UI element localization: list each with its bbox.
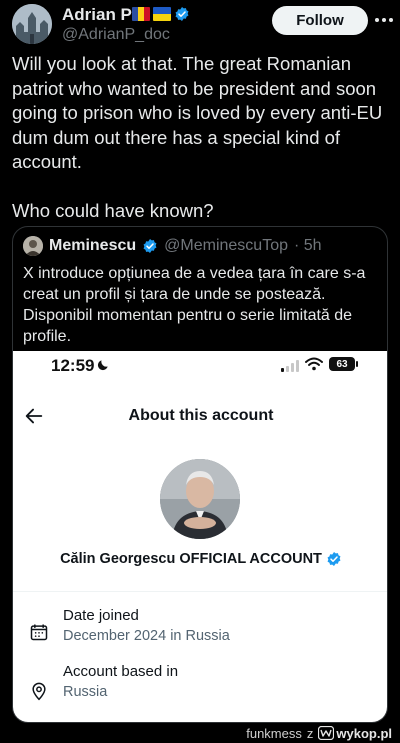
watermark-prefix: z (306, 725, 314, 741)
date-joined-label: Date joined (63, 607, 139, 624)
verified-badge-icon (143, 239, 157, 253)
romania-flag-icon (132, 7, 150, 21)
quoted-avatar-portrait-image (23, 236, 43, 256)
calendar-icon (30, 624, 48, 641)
phone-status-bar: 12:59 63 (13, 351, 387, 381)
tweet-header: Adrian P @AdrianP_doc Follow (0, 0, 400, 50)
wifi-icon (305, 357, 323, 371)
wykop-site: wykop.pl (336, 725, 392, 741)
ukraine-flag-icon (153, 7, 171, 21)
user-handle[interactable]: @AdrianP_doc (62, 26, 170, 44)
display-name[interactable]: Adrian P (62, 5, 132, 25)
quoted-avatar[interactable] (23, 236, 43, 256)
verified-badge-icon (327, 552, 341, 566)
profile-portrait-image (160, 459, 240, 539)
battery-icon: 63 (329, 357, 358, 371)
verified-badge-icon (175, 7, 189, 21)
quoted-display-name[interactable]: Meminescu (49, 237, 136, 255)
follow-button[interactable]: Follow (272, 6, 368, 35)
quoted-handle[interactable]: @MeminescuTop (164, 237, 288, 255)
avatar-castle-image (12, 4, 52, 44)
account-name: Călin Georgescu OFFICIAL ACCOUNT (60, 551, 322, 567)
quoted-tweet[interactable]: Meminescu @MeminescuTop · 5h X introduce… (12, 226, 388, 723)
quoted-tweet-text: X introduce opțiunea de a vedea țara în … (23, 265, 366, 345)
wykop-logo: wykop.pl (318, 726, 392, 741)
more-options-icon[interactable] (372, 8, 396, 32)
tweet-text-paragraph: Will you look at that. The great Romania… (12, 53, 383, 172)
embedded-screenshot: 12:59 63 About this account Călin George… (13, 351, 387, 722)
location-pin-icon (32, 682, 46, 701)
moon-icon (97, 360, 108, 371)
wykop-logo-icon (318, 726, 335, 740)
status-time: 12:59 (51, 356, 95, 375)
account-based-in-value: Russia (63, 684, 108, 700)
account-based-in-label: Account based in (63, 663, 179, 680)
tweet-text: Will you look at that. The great Romania… (12, 52, 392, 223)
tweet-text-paragraph: Who could have known? (12, 199, 214, 221)
avatar[interactable] (12, 4, 52, 44)
date-joined-value: December 2024 in Russia (63, 628, 230, 644)
profile-picture[interactable] (160, 459, 240, 539)
account-name-row: Călin Georgescu OFFICIAL ACCOUNT (13, 551, 387, 567)
watermark-user: funkmess (246, 725, 302, 741)
page-title: About this account (128, 407, 274, 424)
watermark: funkmess z wykop.pl (246, 724, 392, 742)
divider (13, 591, 387, 592)
quoted-timestamp[interactable]: · 5h (294, 237, 322, 255)
quoted-tweet-header: Meminescu @MeminescuTop · 5h (23, 235, 322, 257)
name-badges (132, 6, 190, 22)
signal-icon (281, 360, 299, 372)
